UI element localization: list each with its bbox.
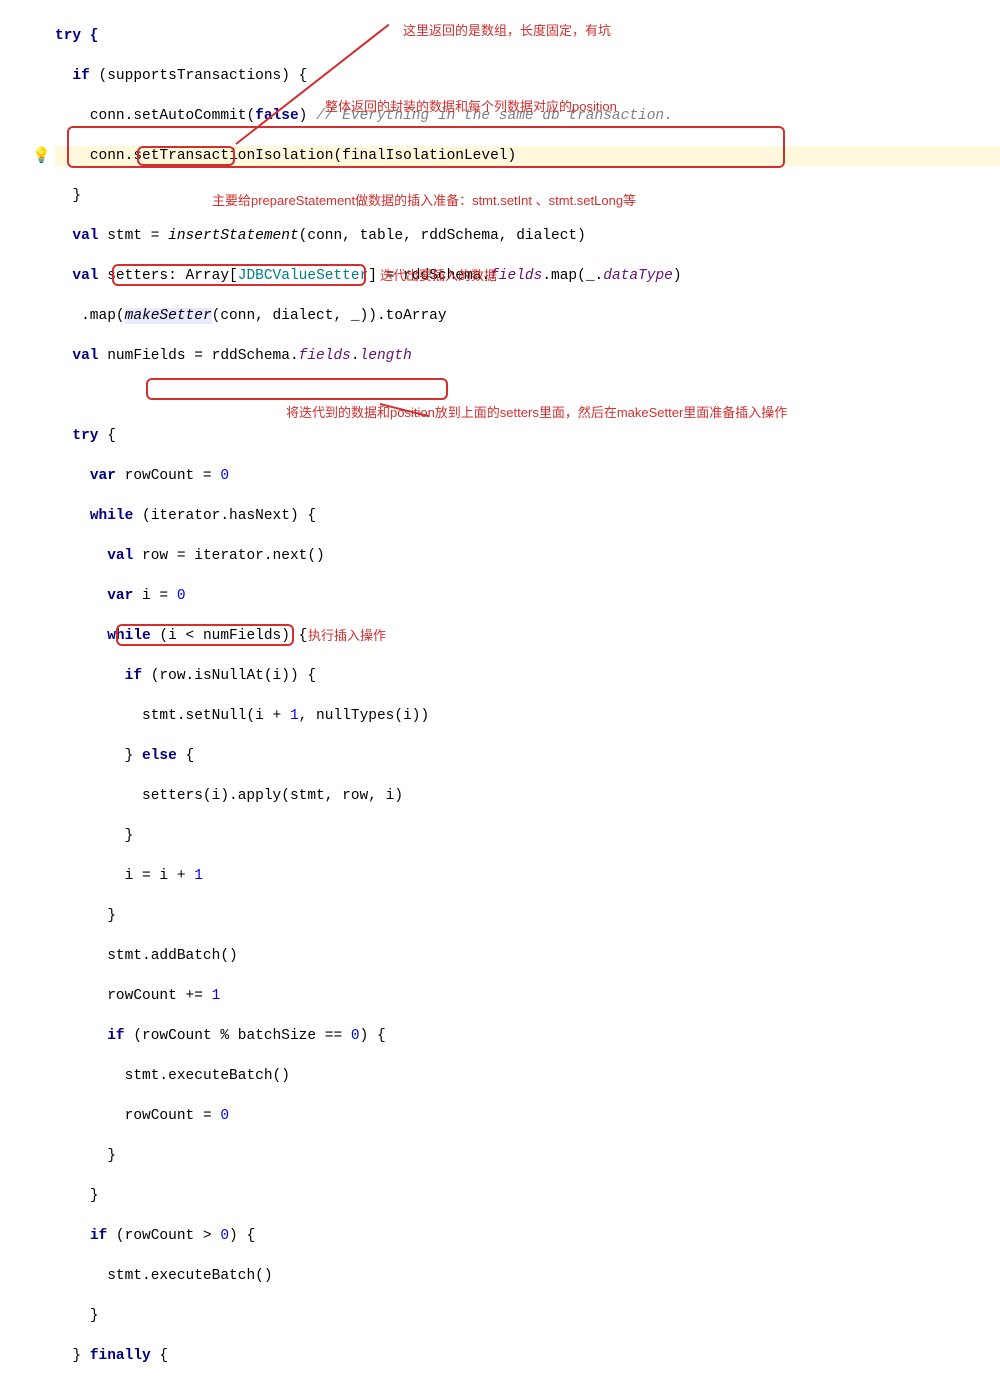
code-line: } [55, 906, 682, 926]
code-line: stmt.addBatch() [55, 946, 682, 966]
code-line: .map(makeSetter(conn, dialect, _)).toArr… [55, 306, 682, 326]
annotation-note-2: 整体返回的封装的数据和每个列数据对应的position [325, 98, 617, 116]
code-line: i = i + 1 [55, 866, 682, 886]
code-line: } else { [55, 746, 682, 766]
code-line: rowCount = 0 [55, 1106, 682, 1126]
code-line: while (iterator.hasNext) { [55, 506, 682, 526]
annotation-note-3: 主要给prepareStatement做数据的插入准备：stmt.setInt … [212, 192, 636, 210]
code-line: if (rowCount > 0) { [55, 1226, 682, 1246]
code-line: var i = 0 [55, 586, 682, 606]
code-line: } [55, 1186, 682, 1206]
code-line: } [55, 826, 682, 846]
code-line: setters(i).apply(stmt, row, i) [55, 786, 682, 806]
code-line [55, 386, 682, 406]
code-line: val numFields = rddSchema.fields.length [55, 346, 682, 366]
code-line: val row = iterator.next() [55, 546, 682, 566]
code-line: if (rowCount % batchSize == 0) { [55, 1026, 682, 1046]
lightbulb-icon[interactable]: 💡 [32, 147, 51, 168]
code-line: stmt.executeBatch() [55, 1066, 682, 1086]
code-line: stmt.setNull(i + 1, nullTypes(i)) [55, 706, 682, 726]
annotation-note-6: 执行插入操作 [308, 627, 386, 645]
editor-gutter: 💡 [0, 0, 55, 689]
annotation-note-4: 迭代出要插入的数据 [380, 267, 497, 285]
code-line: var rowCount = 0 [55, 466, 682, 486]
code-line: val stmt = insertStatement(conn, table, … [55, 226, 682, 246]
code-line: conn.setTransactionIsolation(finalIsolat… [55, 146, 682, 166]
code-line: if (row.isNullAt(i)) { [55, 666, 682, 686]
annotation-note-1: 这里返回的是数组，长度固定，有坑 [403, 22, 611, 40]
code-line: try { [55, 426, 682, 446]
code-line: } [55, 1306, 682, 1326]
annotation-note-5: 将迭代到的数据和position放到上面的setters里面，然后在makeSe… [286, 404, 787, 422]
code-line: if (supportsTransactions) { [55, 66, 682, 86]
code-line: stmt.executeBatch() [55, 1266, 682, 1286]
code-line: val setters: Array[JDBCValueSetter] = rd… [55, 266, 682, 286]
code-line: } [55, 1146, 682, 1166]
code-line: } finally { [55, 1346, 682, 1366]
code-line: rowCount += 1 [55, 986, 682, 1006]
code-area: try { if (supportsTransactions) { conn.s… [55, 6, 682, 1378]
